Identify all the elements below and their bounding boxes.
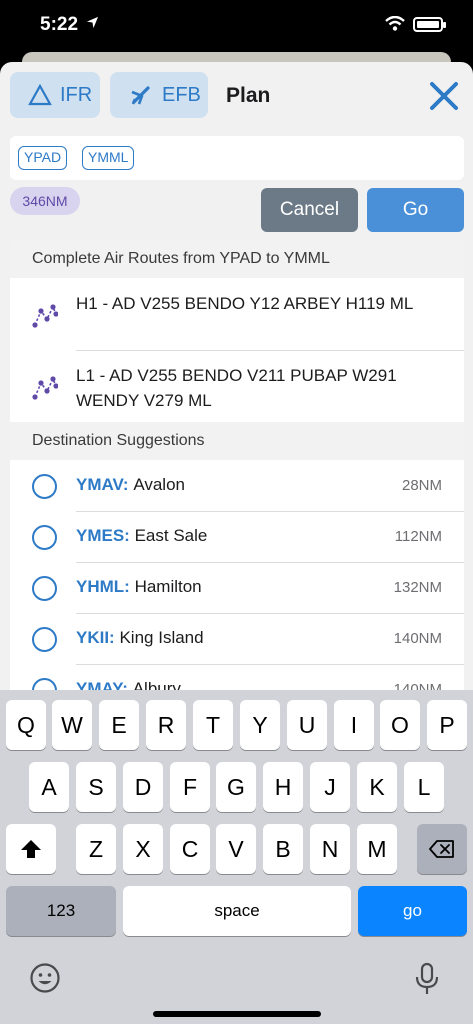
key-h[interactable]: H bbox=[263, 762, 303, 812]
close-button[interactable] bbox=[428, 80, 460, 112]
delete-key[interactable] bbox=[417, 824, 467, 874]
key-m[interactable]: M bbox=[357, 824, 397, 874]
key-l[interactable]: L bbox=[404, 762, 444, 812]
route-item-text: H1 - AD V255 BENDO Y12 ARBEY H119 ML bbox=[76, 294, 414, 313]
status-time: 5:22 bbox=[40, 14, 79, 35]
destination-code: YMAV: Avalon bbox=[76, 475, 185, 494]
key-r[interactable]: R bbox=[146, 700, 186, 750]
efb-label: EFB bbox=[162, 83, 201, 106]
key-s[interactable]: S bbox=[76, 762, 116, 812]
shift-icon bbox=[21, 840, 41, 858]
radio-button[interactable] bbox=[32, 474, 57, 499]
key-p[interactable]: P bbox=[427, 700, 467, 750]
key-e[interactable]: E bbox=[99, 700, 139, 750]
destination-item[interactable]: YMAV: Avalon 28NM bbox=[10, 460, 464, 511]
routes-section-header: Complete Air Routes from YPAD to YMML bbox=[10, 240, 464, 278]
wifi-icon bbox=[385, 15, 405, 36]
emoji-icon bbox=[30, 963, 60, 993]
route-chip-destination[interactable]: YMML bbox=[82, 146, 135, 170]
ifr-mode-button[interactable]: IFR bbox=[10, 72, 100, 118]
key-w[interactable]: W bbox=[52, 700, 92, 750]
destination-distance: 132NM bbox=[393, 579, 442, 596]
route-path-icon bbox=[32, 376, 58, 400]
key-n[interactable]: N bbox=[310, 824, 350, 874]
destination-code: YKII: King Island bbox=[76, 628, 204, 647]
radio-button[interactable] bbox=[32, 627, 57, 652]
key-g[interactable]: G bbox=[216, 762, 256, 812]
radio-button[interactable] bbox=[32, 525, 57, 550]
key-j[interactable]: J bbox=[310, 762, 350, 812]
shift-key[interactable] bbox=[6, 824, 56, 874]
go-button[interactable]: Go bbox=[367, 188, 464, 232]
space-key[interactable]: space bbox=[123, 886, 351, 936]
battery-icon bbox=[413, 17, 446, 32]
key-i[interactable]: I bbox=[334, 700, 374, 750]
destination-name: King Island bbox=[119, 628, 204, 647]
page-title: Plan bbox=[226, 84, 271, 107]
key-x[interactable]: X bbox=[123, 824, 163, 874]
keyboard-go-key[interactable]: go bbox=[358, 886, 467, 936]
microphone-icon bbox=[415, 962, 439, 994]
key-t[interactable]: T bbox=[193, 700, 233, 750]
key-a[interactable]: A bbox=[29, 762, 69, 812]
home-indicator bbox=[153, 1011, 321, 1017]
key-d[interactable]: D bbox=[123, 762, 163, 812]
key-v[interactable]: V bbox=[216, 824, 256, 874]
ifr-label: IFR bbox=[60, 83, 93, 106]
destination-distance: 140NM bbox=[393, 630, 442, 647]
results-list: Complete Air Routes from YPAD to YMML H1… bbox=[10, 240, 464, 700]
key-u[interactable]: U bbox=[287, 700, 327, 750]
numbers-key[interactable]: 123 bbox=[6, 886, 116, 936]
key-y[interactable]: Y bbox=[240, 700, 280, 750]
close-icon bbox=[430, 82, 458, 110]
keyboard: Q W E R T Y U I O P A S D F G H J K L Z … bbox=[0, 690, 473, 1024]
key-f[interactable]: F bbox=[170, 762, 210, 812]
destination-name: Hamilton bbox=[134, 577, 202, 596]
cancel-button[interactable]: Cancel bbox=[261, 188, 358, 232]
location-arrow-icon bbox=[86, 16, 99, 32]
key-o[interactable]: O bbox=[380, 700, 420, 750]
distance-badge: 346NM bbox=[10, 187, 80, 215]
efb-mode-button[interactable]: EFB bbox=[110, 72, 208, 118]
key-b[interactable]: B bbox=[263, 824, 303, 874]
destination-distance: 112NM bbox=[394, 528, 442, 545]
destination-item[interactable]: YHML: Hamilton 132NM bbox=[10, 562, 464, 613]
route-input-field[interactable]: YPAD YMML bbox=[10, 136, 464, 180]
route-item-text: L1 - AD V255 BENDO V211 PUBAP W291 WENDY… bbox=[76, 366, 397, 410]
key-z[interactable]: Z bbox=[76, 824, 116, 874]
route-path-icon bbox=[32, 304, 58, 328]
triangle-icon bbox=[28, 84, 52, 106]
route-item[interactable]: L1 - AD V255 BENDO V211 PUBAP W291 WENDY… bbox=[10, 350, 464, 422]
microphone-key[interactable] bbox=[414, 962, 440, 996]
destination-name: Avalon bbox=[133, 475, 185, 494]
destination-code: YHML: Hamilton bbox=[76, 577, 202, 596]
route-item[interactable]: H1 - AD V255 BENDO Y12 ARBEY H119 ML bbox=[10, 278, 464, 350]
key-q[interactable]: Q bbox=[6, 700, 46, 750]
emoji-key[interactable] bbox=[29, 962, 61, 994]
status-bar: 5:22 bbox=[0, 0, 473, 56]
destination-code: YMES: East Sale bbox=[76, 526, 208, 545]
destination-name: East Sale bbox=[134, 526, 208, 545]
destination-distance: 28NM bbox=[401, 477, 442, 494]
destinations-section-header: Destination Suggestions bbox=[10, 422, 464, 460]
key-k[interactable]: K bbox=[357, 762, 397, 812]
destination-item[interactable]: YMES: East Sale 112NM bbox=[10, 511, 464, 562]
destination-item[interactable]: YKII: King Island 140NM bbox=[10, 613, 464, 664]
radio-button[interactable] bbox=[32, 576, 57, 601]
route-chip-departure[interactable]: YPAD bbox=[18, 146, 68, 170]
key-c[interactable]: C bbox=[170, 824, 210, 874]
delete-icon bbox=[429, 840, 454, 858]
plane-icon bbox=[131, 86, 150, 105]
